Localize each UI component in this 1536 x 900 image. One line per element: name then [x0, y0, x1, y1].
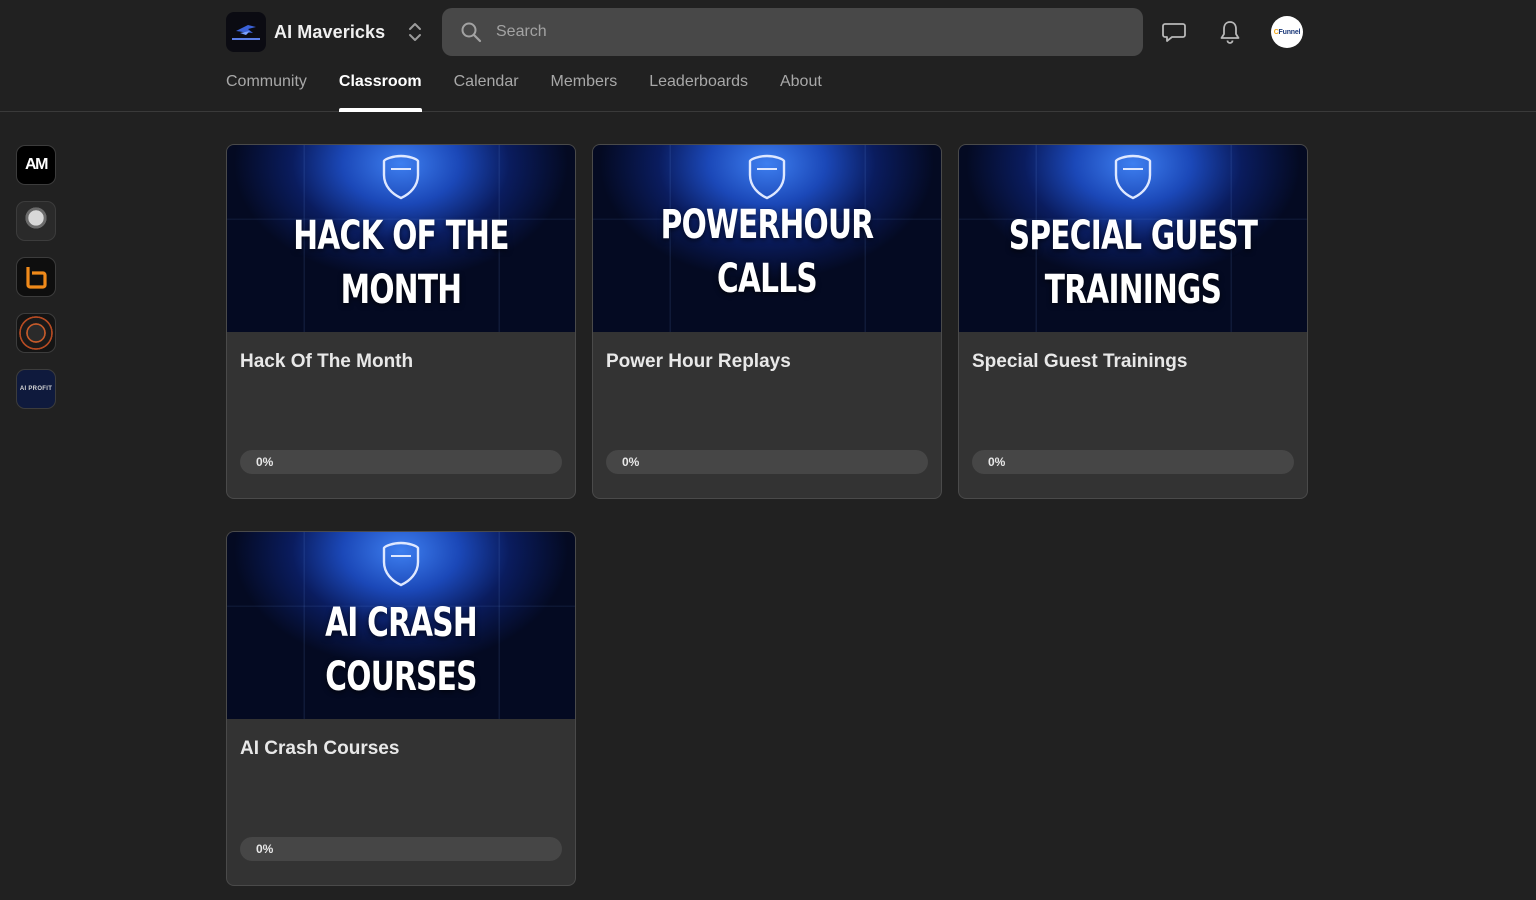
- course-thumbnail: SPECIAL GUEST TRAININGS: [959, 145, 1307, 332]
- main-tabs: Community Classroom Calendar Members Lea…: [226, 60, 854, 112]
- tab-members[interactable]: Members: [551, 60, 618, 112]
- rail-item-orange-community[interactable]: [16, 257, 56, 297]
- tab-classroom[interactable]: Classroom: [338, 60, 422, 112]
- thumbnail-caption: AI CRASH COURSES: [325, 599, 478, 700]
- community-switcher[interactable]: AI Mavericks: [226, 12, 423, 52]
- chevron-up-down-icon[interactable]: [407, 20, 423, 44]
- progress-label: 0%: [256, 842, 274, 856]
- progress-label: 0%: [256, 455, 274, 469]
- course-progress-bar: 0%: [972, 450, 1294, 474]
- rail-item-seal-community[interactable]: [16, 313, 56, 353]
- search-icon: [461, 22, 482, 43]
- course-card[interactable]: POWERHOUR CALLS Power Hour Replays 0%: [592, 144, 942, 499]
- tab-calendar[interactable]: Calendar: [454, 60, 519, 112]
- course-thumbnail: POWERHOUR CALLS: [593, 145, 941, 332]
- thumbnail-caption: HACK OF THE MONTH: [293, 212, 509, 313]
- course-title: AI Crash Courses: [240, 738, 400, 759]
- course-progress-bar: 0%: [606, 450, 928, 474]
- community-name[interactable]: AI Mavericks: [274, 22, 385, 43]
- user-avatar[interactable]: CFunnel: [1271, 16, 1303, 48]
- community-logo[interactable]: [226, 12, 266, 52]
- rail-item-skull-community[interactable]: [16, 201, 56, 241]
- course-progress-bar: 0%: [240, 837, 562, 861]
- chat-icon[interactable]: [1161, 19, 1187, 45]
- search-bar[interactable]: [442, 8, 1143, 56]
- community-rail: AM AI PROFIT: [16, 145, 56, 425]
- shield-icon: [1114, 154, 1152, 200]
- shield-icon: [382, 154, 420, 200]
- shield-icon: [748, 154, 786, 200]
- tab-leaderboards[interactable]: Leaderboards: [649, 60, 748, 112]
- tab-about[interactable]: About: [780, 60, 822, 112]
- course-progress-bar: 0%: [240, 450, 562, 474]
- progress-label: 0%: [988, 455, 1006, 469]
- thumbnail-caption: POWERHOUR CALLS: [660, 201, 874, 302]
- course-card[interactable]: HACK OF THE MONTH Hack Of The Month 0%: [226, 144, 576, 499]
- shield-icon: [382, 541, 420, 587]
- top-header: AI Mavericks CFunnel Community Classroom…: [0, 0, 1536, 112]
- course-card[interactable]: AI CRASH COURSES AI Crash Courses 0%: [226, 531, 576, 886]
- maverick-bird-icon: [232, 25, 260, 40]
- thumbnail-caption: SPECIAL GUEST TRAININGS: [1008, 212, 1258, 313]
- orange-logo-icon: [26, 267, 47, 289]
- course-title: Hack Of The Month: [240, 351, 414, 372]
- tab-community[interactable]: Community: [226, 60, 307, 112]
- avatar-logo-text: CFunnel: [1273, 28, 1301, 36]
- rail-item-ai-mavericks[interactable]: AM: [16, 145, 56, 185]
- course-card[interactable]: SPECIAL GUEST TRAININGS Special Guest Tra…: [958, 144, 1308, 499]
- course-thumbnail: AI CRASH COURSES: [227, 532, 575, 719]
- course-title: Special Guest Trainings: [972, 351, 1188, 372]
- course-title: Power Hour Replays: [606, 351, 791, 372]
- progress-label: 0%: [622, 455, 640, 469]
- course-thumbnail: HACK OF THE MONTH: [227, 145, 575, 332]
- rail-item-ai-profit[interactable]: AI PROFIT: [16, 369, 56, 409]
- bell-icon[interactable]: [1217, 19, 1243, 45]
- search-input[interactable]: [496, 17, 1116, 47]
